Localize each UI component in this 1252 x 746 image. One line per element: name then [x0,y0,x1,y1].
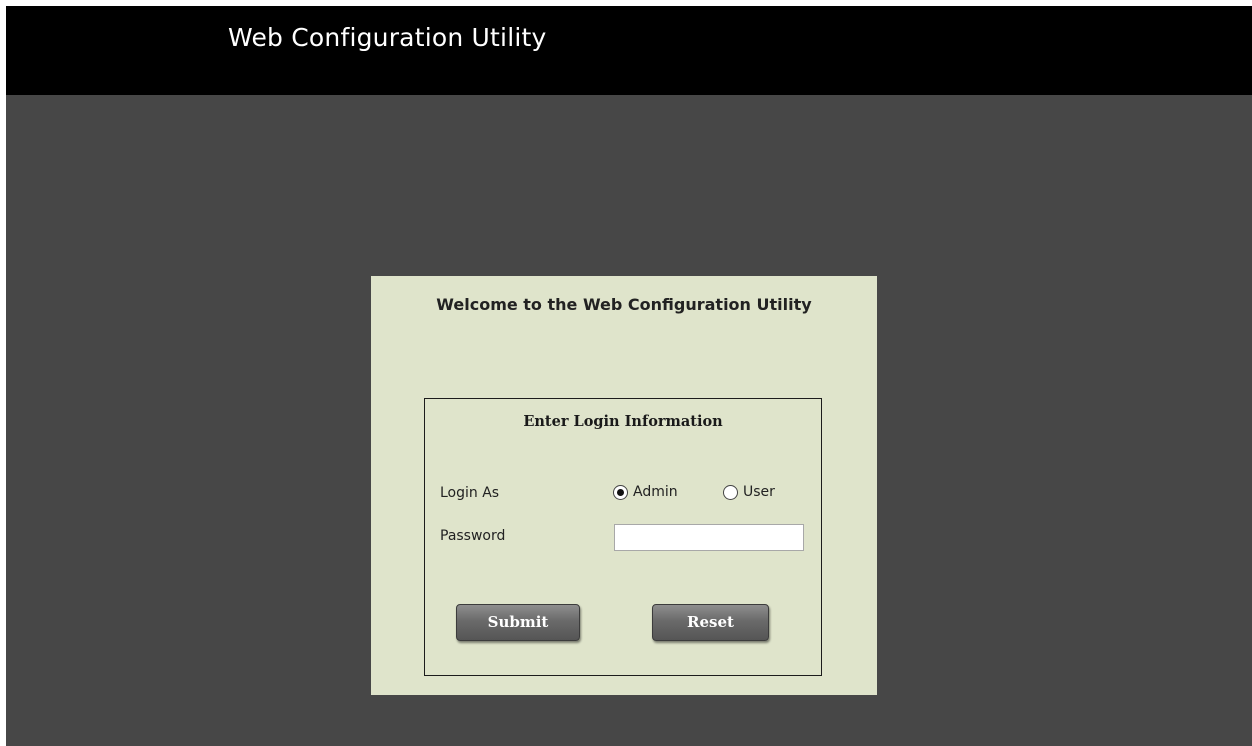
admin-radio[interactable] [613,484,628,500]
user-radio[interactable] [723,484,738,500]
login-panel: Welcome to the Web Configuration Utility… [371,276,877,695]
login-form: Enter Login Information Login As Admin U… [424,398,822,676]
page-background: Web Configuration Utility Welcome to the… [6,6,1252,746]
submit-button[interactable]: Submit [456,604,580,641]
password-label: Password [440,528,506,544]
header-bar: Web Configuration Utility [6,6,1252,95]
app-title: Web Configuration Utility [228,23,547,52]
login-heading: Enter Login Information [523,413,723,430]
login-as-user-option[interactable]: User [723,484,775,500]
login-as-admin-option[interactable]: Admin [613,484,678,500]
user-radio-label: User [743,484,775,500]
password-input[interactable] [614,524,804,551]
welcome-heading: Welcome to the Web Configuration Utility [436,295,812,314]
login-as-label: Login As [440,485,500,501]
admin-radio-label: Admin [633,484,678,500]
reset-button[interactable]: Reset [652,604,769,641]
